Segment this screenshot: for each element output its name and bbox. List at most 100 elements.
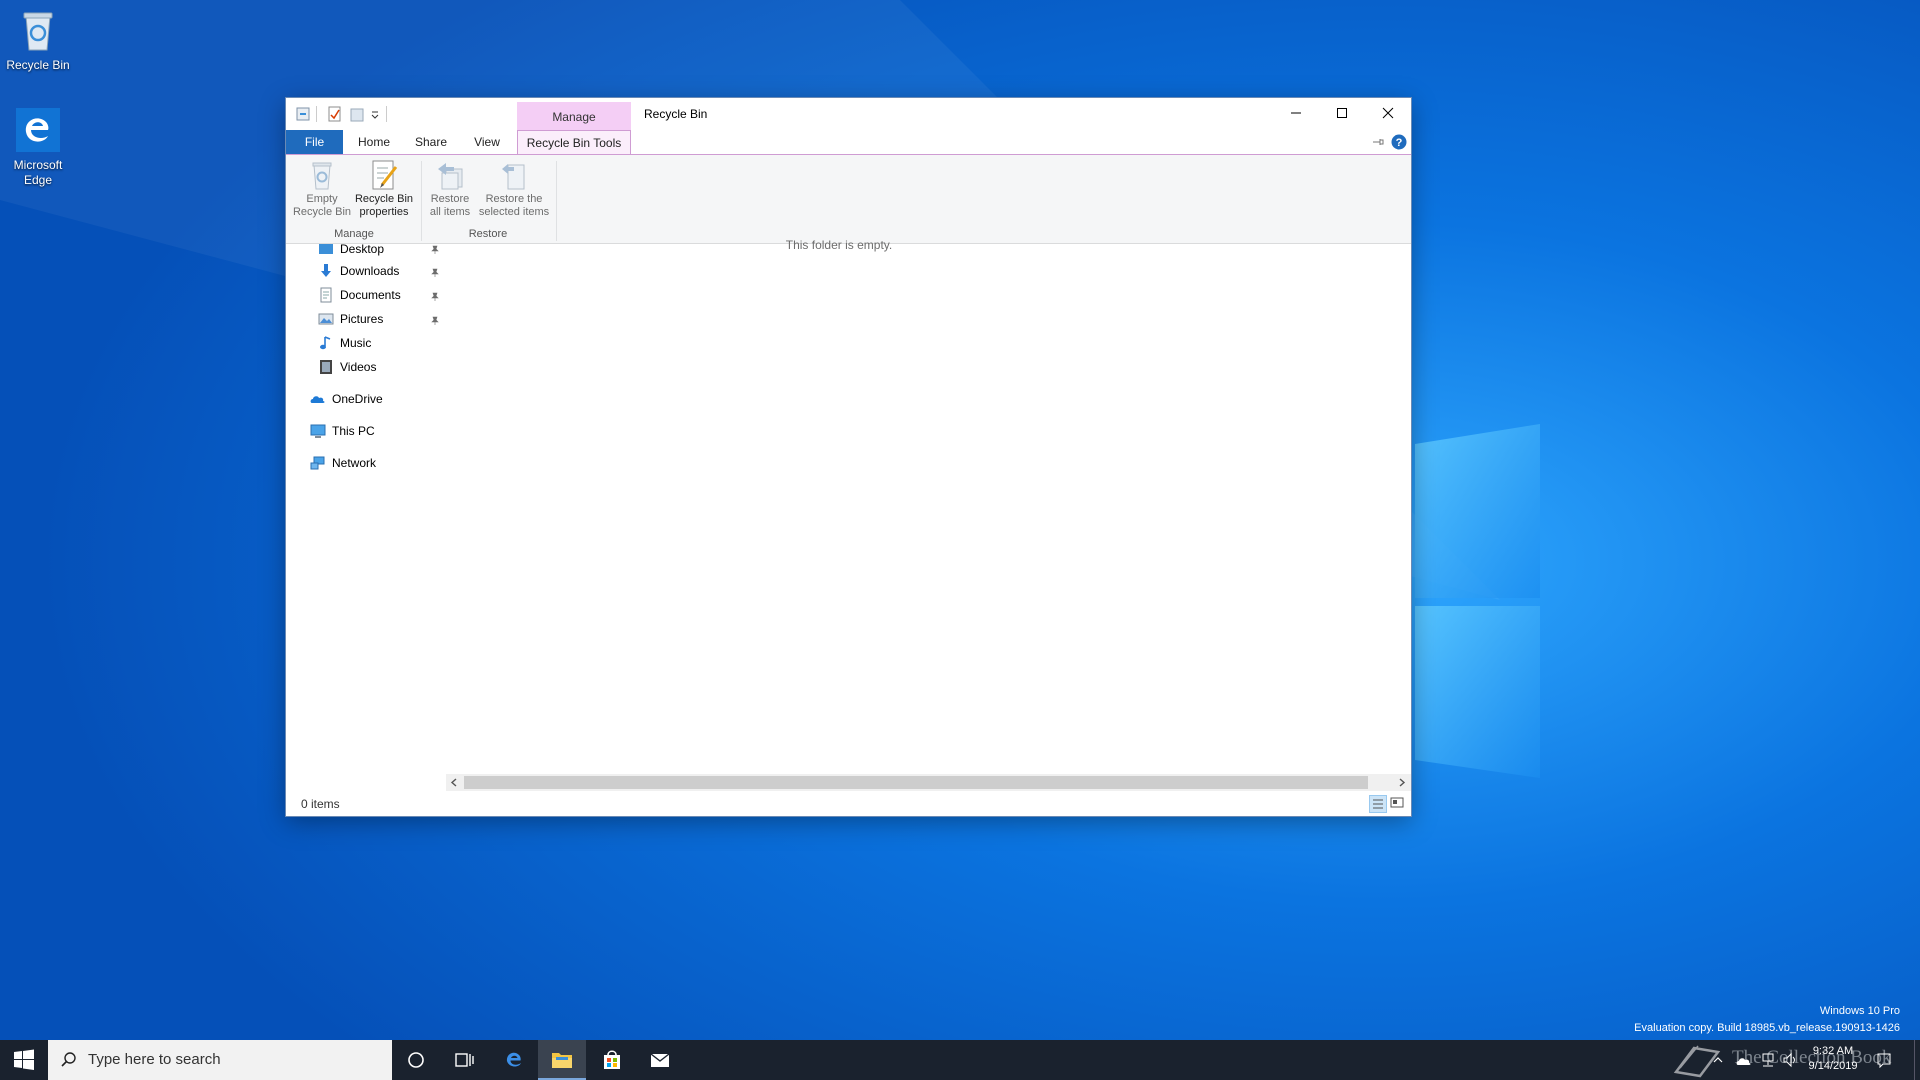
action-center-notification-icon[interactable] [1876, 1052, 1892, 1069]
windows-logo-icon [14, 1049, 34, 1070]
button-label: Restore [430, 193, 470, 205]
computer-icon [310, 424, 326, 438]
ribbon-panel: Empty Recycle Bin Recycle Bin properties… [286, 155, 1411, 244]
pin-icon[interactable] [430, 314, 440, 325]
show-desktop-button[interactable] [1914, 1040, 1920, 1080]
large-icons-view-button[interactable] [1389, 795, 1407, 813]
button-label: properties [359, 206, 409, 218]
clock-date: 9/14/2019 [1808, 1060, 1858, 1072]
mail-envelope-icon [650, 1053, 670, 1067]
task-view-button[interactable] [440, 1040, 488, 1080]
network-icon [310, 456, 325, 470]
desktop-icon [319, 244, 333, 254]
app-icon[interactable] [296, 106, 310, 122]
restore-selected-items-button[interactable]: Restore the selected items [476, 159, 552, 219]
properties-sheet-icon [368, 159, 400, 191]
restore-selected-icon [498, 159, 530, 191]
new-folder-icon[interactable] [350, 106, 364, 122]
item-count: 0 items [301, 797, 340, 811]
search-icon [61, 1052, 76, 1067]
nav-item-label: Network [332, 456, 377, 470]
pictures-icon [318, 313, 334, 325]
nav-item-label: Music [340, 336, 372, 350]
maximize-button[interactable] [1319, 98, 1365, 128]
desktop-icon-recycle-bin[interactable]: Recycle Bin [0, 6, 76, 73]
nav-item-label: Documents [340, 288, 401, 302]
nav-item-label: Desktop [340, 244, 385, 256]
close-button[interactable] [1365, 98, 1411, 128]
horizontal-scrollbar[interactable] [446, 774, 1411, 791]
ribbon-pin-icon[interactable] [1371, 135, 1385, 149]
restore-all-items-button[interactable]: Restore all items [424, 159, 476, 219]
taskbar-file-explorer-button[interactable] [538, 1040, 586, 1080]
button-label: selected items [478, 206, 550, 218]
tab-file[interactable]: File [286, 130, 343, 154]
videos-icon [320, 360, 332, 374]
qat-separator [386, 106, 387, 122]
maximize-icon [1337, 108, 1347, 118]
pin-icon[interactable] [430, 266, 440, 277]
scroll-right-arrow-icon[interactable] [1397, 778, 1406, 787]
watermark-build: Evaluation copy. Build 18985.vb_release.… [1634, 1022, 1900, 1034]
nav-item-label: This PC [332, 424, 375, 438]
svg-text:?: ? [1396, 137, 1403, 149]
title-bar[interactable]: Manage Recycle Bin [286, 98, 1411, 156]
task-view-icon [455, 1053, 474, 1067]
tab-share[interactable]: Share [404, 130, 458, 154]
scrollbar-thumb[interactable] [464, 776, 1368, 789]
file-explorer-folder-icon [552, 1053, 572, 1068]
pin-icon[interactable] [430, 244, 440, 254]
qat-customize-chevron-down-icon[interactable] [370, 106, 380, 122]
pin-icon[interactable] [430, 290, 440, 301]
tray-onedrive-cloud-icon[interactable] [1736, 1053, 1752, 1067]
details-view-button[interactable] [1369, 795, 1387, 813]
scroll-left-arrow-icon[interactable] [450, 778, 459, 787]
button-label: Recycle Bin [354, 193, 414, 205]
ribbon-group-separator [421, 161, 422, 241]
taskbar-store-button[interactable] [588, 1040, 636, 1080]
minimize-button[interactable] [1273, 98, 1319, 128]
taskbar-mail-button[interactable] [636, 1040, 684, 1080]
desktop-icon-microsoft-edge[interactable]: Microsoft Edge [0, 106, 76, 188]
store-bag-icon [604, 1050, 620, 1069]
clock[interactable]: 9:32 AM 9/14/2019 [1804, 1044, 1862, 1074]
downloads-icon [321, 264, 331, 277]
desktop-icon-label: Recycle Bin [6, 58, 70, 72]
qat-separator [316, 106, 317, 122]
taskbar-search-box[interactable]: Type here to search [48, 1040, 392, 1080]
button-label: Restore the [485, 193, 543, 205]
recycle-bin-properties-button[interactable]: Recycle Bin properties [352, 159, 416, 219]
edge-icon [506, 1052, 521, 1067]
desktop-icon-label: Microsoft Edge [13, 158, 63, 187]
explorer-window: Manage Recycle Bin File Home Share View … [286, 98, 1411, 816]
tray-volume-icon[interactable] [1782, 1052, 1798, 1068]
nav-item-label: OneDrive [332, 392, 383, 406]
details-view-icon [1373, 799, 1383, 809]
empty-recycle-bin-button[interactable]: Empty Recycle Bin [292, 159, 352, 219]
clock-time: 9:32 AM [1812, 1045, 1854, 1057]
window-title: Recycle Bin [644, 107, 708, 121]
watermark-edition: Windows 10 Pro [1819, 1005, 1900, 1017]
properties-icon[interactable] [328, 106, 342, 122]
button-label: Recycle Bin [292, 206, 352, 218]
nav-item-label: Downloads [340, 264, 400, 278]
file-list-area[interactable]: This folder is empty. [446, 238, 1411, 774]
context-tab-group-label: Manage [552, 110, 596, 124]
cortana-button[interactable] [392, 1040, 440, 1080]
tray-network-icon[interactable] [1760, 1052, 1776, 1068]
start-button[interactable] [0, 1040, 48, 1080]
tab-recycle-bin-tools[interactable]: Recycle Bin Tools [517, 130, 631, 154]
button-label: all items [429, 206, 471, 218]
music-icon [320, 336, 331, 350]
navigation-pane: Desktop Downloads Documents Pictures Mus… [286, 244, 446, 790]
recycle-bin-icon [14, 6, 62, 54]
show-hidden-icons-chevron-up-icon[interactable] [1712, 1054, 1724, 1066]
help-icon[interactable]: ? [1391, 134, 1407, 150]
tab-home[interactable]: Home [348, 130, 400, 154]
taskbar: Type here to search The Collection Book … [0, 1040, 1920, 1080]
tab-view[interactable]: View [462, 130, 512, 154]
button-label: Empty [306, 193, 338, 205]
empty-folder-message: This folder is empty. [785, 238, 893, 252]
taskbar-edge-button[interactable] [490, 1040, 538, 1080]
evaluation-watermark: Windows 10 Pro Evaluation copy. Build 18… [1634, 1003, 1900, 1037]
